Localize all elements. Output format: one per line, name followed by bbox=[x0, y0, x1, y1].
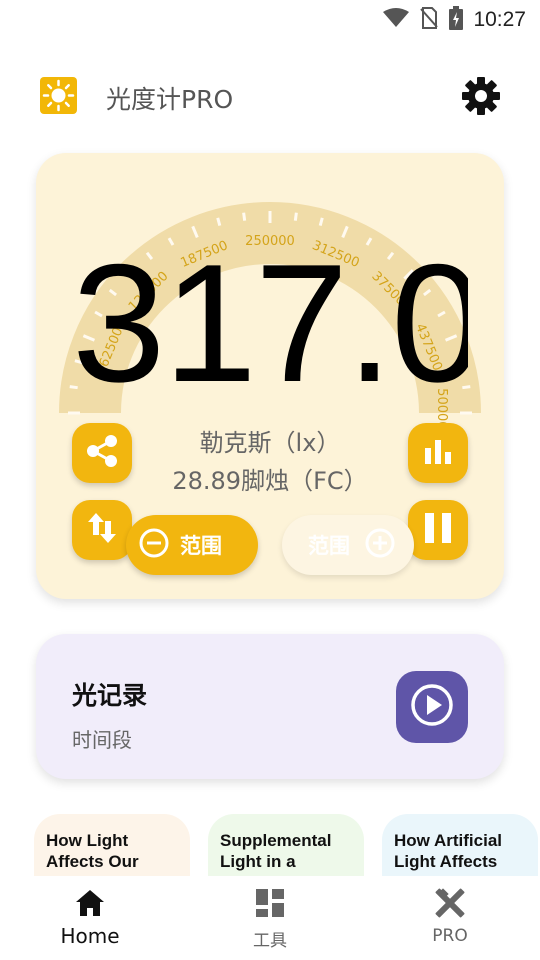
bar-chart-icon bbox=[421, 434, 455, 472]
home-icon bbox=[30, 886, 150, 920]
range-increase-button[interactable]: 范围 bbox=[282, 515, 414, 575]
nav-item-pro[interactable]: PRO bbox=[390, 886, 510, 946]
no-sim-icon bbox=[419, 7, 439, 33]
nav-item-home[interactable]: Home bbox=[30, 886, 150, 948]
nav-label-pro: PRO bbox=[432, 926, 468, 946]
article-title: Supplemental Light in a bbox=[220, 831, 332, 871]
app-header: 光度计PRO bbox=[0, 74, 540, 118]
share-icon bbox=[83, 432, 121, 474]
lux-reading: 317.0 bbox=[72, 243, 468, 403]
minus-circle-icon bbox=[138, 527, 170, 564]
play-circle-icon bbox=[408, 681, 456, 733]
gauge-tick bbox=[216, 217, 222, 226]
record-subtitle: 时间段 bbox=[72, 728, 132, 752]
light-record-card[interactable]: 光记录 时间段 bbox=[36, 634, 504, 779]
chart-button[interactable] bbox=[408, 423, 468, 483]
plus-circle-icon bbox=[364, 527, 396, 564]
gauge-tick bbox=[318, 217, 324, 226]
pause-button[interactable] bbox=[408, 500, 468, 560]
swap-vertical-icon bbox=[85, 509, 119, 551]
range-decrease-label: 范围 bbox=[180, 534, 222, 558]
record-title: 光记录 bbox=[72, 681, 148, 710]
pause-icon bbox=[422, 511, 454, 549]
app-logo-sun-icon bbox=[40, 77, 77, 114]
gauge-tick bbox=[242, 212, 247, 221]
article-title: How Light Affects Our bbox=[46, 831, 139, 871]
article-card[interactable]: How Light Affects Our bbox=[34, 814, 190, 878]
swap-button[interactable] bbox=[72, 500, 132, 560]
bottom-navigation: Home 工具 PRO bbox=[0, 876, 540, 960]
dashboard-tiles-icon bbox=[210, 886, 330, 920]
status-icons: 10:27 bbox=[383, 6, 526, 34]
article-card[interactable]: Supplemental Light in a bbox=[208, 814, 364, 878]
status-bar: 10:27 bbox=[0, 0, 540, 36]
share-button[interactable] bbox=[72, 423, 132, 483]
range-increase-label: 范围 bbox=[308, 534, 350, 558]
article-card[interactable]: How Artificial Light Affects bbox=[382, 814, 538, 878]
meter-card: 62500 125000 187500 250000 312500 375000 43750… bbox=[36, 153, 504, 599]
gauge-tick bbox=[293, 212, 298, 221]
articles-row: How Light Affects Our Supplemental Light… bbox=[0, 814, 540, 878]
battery-charging-icon bbox=[449, 6, 464, 34]
nav-label-home: Home bbox=[60, 924, 120, 948]
article-title: How Artificial Light Affects bbox=[394, 831, 502, 871]
nav-item-tools[interactable]: 工具 bbox=[210, 886, 330, 951]
play-record-button[interactable] bbox=[396, 671, 468, 743]
app-title: 光度计PRO bbox=[106, 85, 234, 114]
status-time: 10:27 bbox=[473, 8, 526, 31]
design-tools-icon bbox=[390, 886, 510, 920]
range-decrease-button[interactable]: 范围 bbox=[126, 515, 258, 575]
settings-gear-icon[interactable] bbox=[461, 76, 501, 116]
nav-label-tools: 工具 bbox=[253, 931, 287, 951]
wifi-icon bbox=[383, 8, 410, 32]
